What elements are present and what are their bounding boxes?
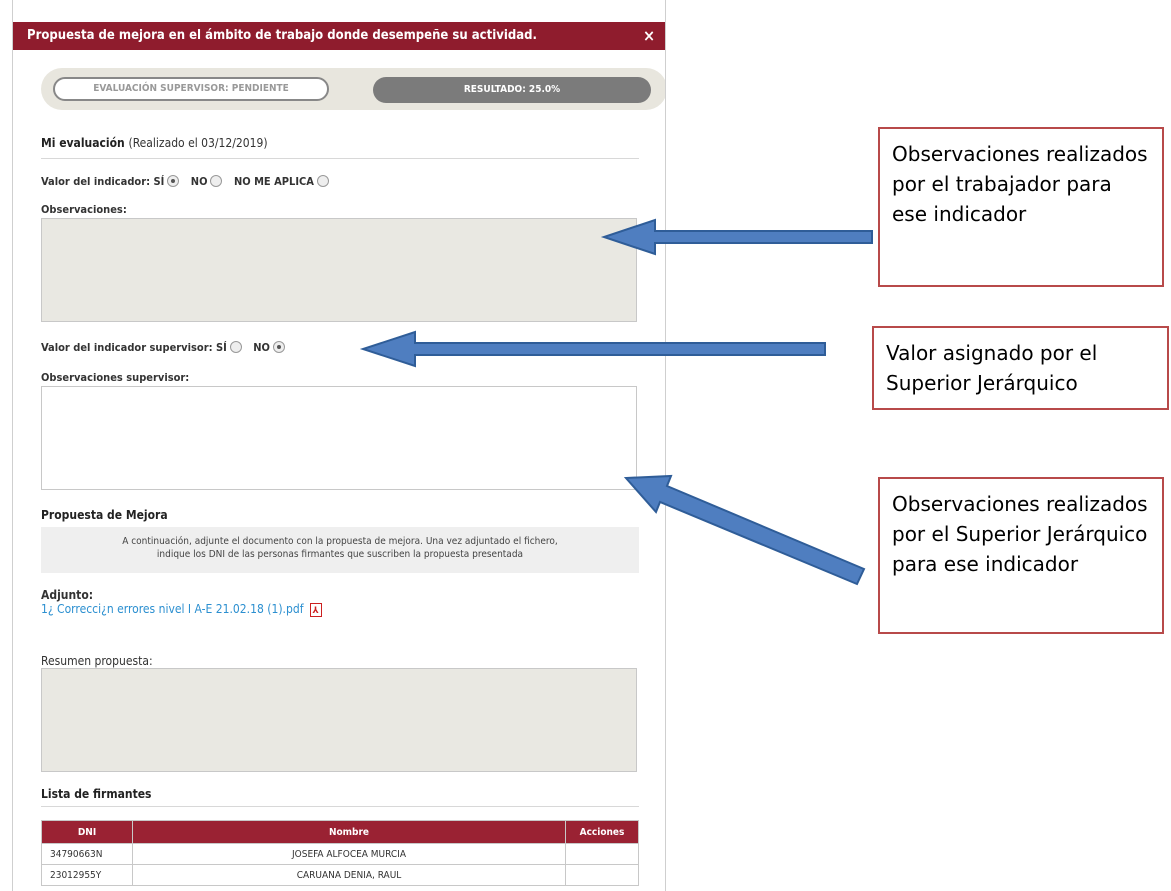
arrow-to-supervisor-value xyxy=(359,330,826,368)
callout-supervisor-observations: Observaciones realizados por el Superior… xyxy=(878,477,1164,634)
arrow-to-supervisor-observations xyxy=(623,474,866,586)
arrow-to-observations xyxy=(600,218,873,256)
callout-worker-observations: Observaciones realizados por el trabajad… xyxy=(878,127,1164,287)
callout-supervisor-value: Valor asignado por el Superior Jerárquic… xyxy=(872,326,1169,410)
